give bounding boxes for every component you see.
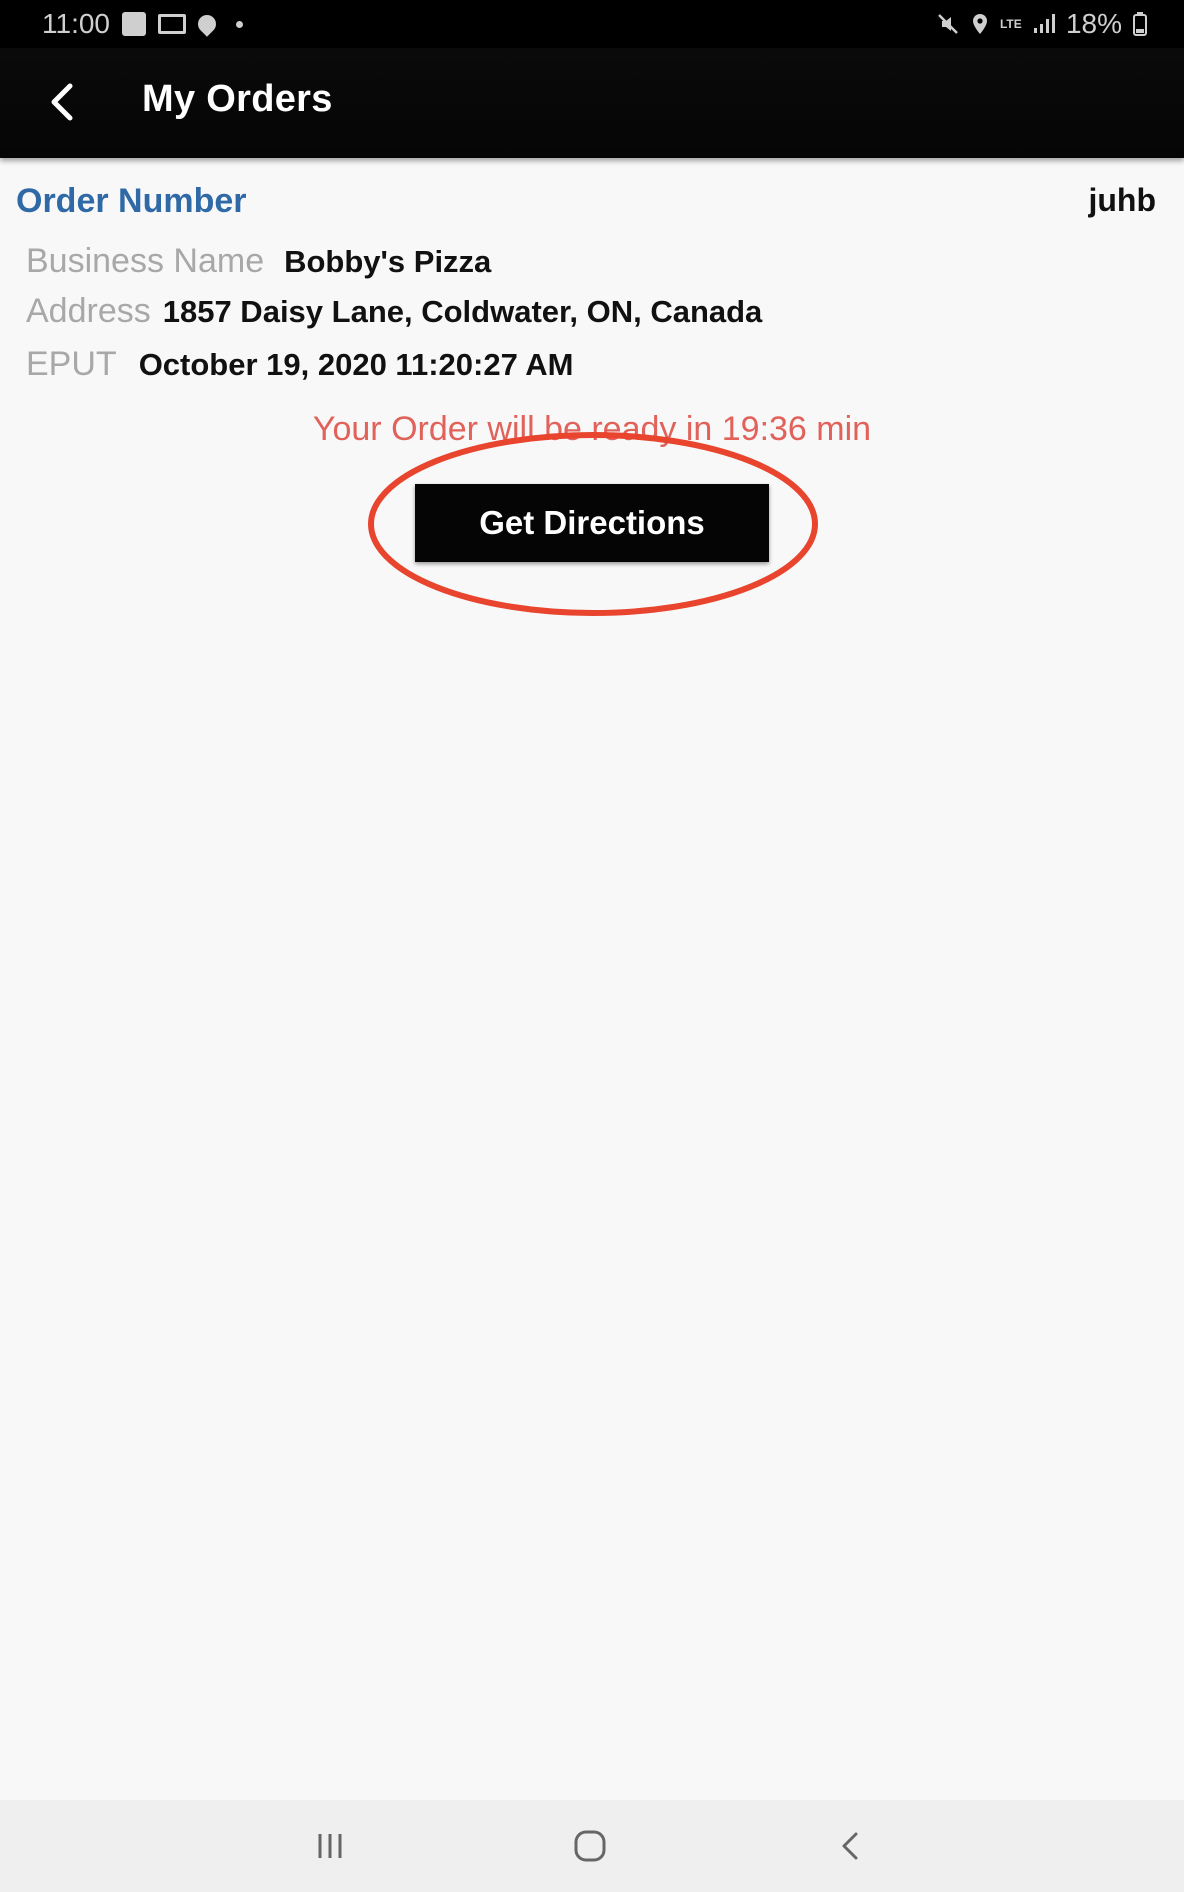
signal-icon	[1033, 14, 1055, 33]
order-ready-message: Your Order will be ready in 19:36 min	[312, 410, 872, 448]
lte-icon: LTE	[999, 17, 1022, 31]
battery-percent: 18%	[1065, 8, 1122, 39]
status-time: 11:00	[42, 8, 110, 39]
navigation-bar	[0, 1800, 1184, 1892]
recent-apps-button[interactable]	[298, 1814, 362, 1878]
location-icon	[194, 11, 220, 37]
battery-charging-icon	[1133, 12, 1147, 36]
order-number-value: juhb	[1088, 182, 1156, 218]
notification-app-icon	[122, 12, 146, 36]
status-left: 11:00	[42, 0, 243, 48]
eput-value: October 19, 2020 11:20:27 AM	[138, 347, 574, 382]
get-directions-button[interactable]: Get Directions	[415, 484, 769, 562]
mute-icon	[938, 14, 958, 34]
recent-apps-icon	[318, 1834, 342, 1858]
order-number-label: Order Number	[16, 182, 247, 220]
back-button[interactable]	[30, 70, 94, 134]
app-bar: My Orders	[0, 48, 1184, 158]
back-arrow-icon	[51, 83, 73, 121]
address-value: 1857 Daisy Lane, Coldwater, ON, Canada	[162, 294, 763, 329]
back-icon	[842, 1832, 858, 1860]
more-notifications-icon	[236, 20, 243, 28]
nav-back-button[interactable]	[818, 1814, 882, 1878]
business-name-row: Business Name Bobby's Pizza	[26, 242, 491, 281]
location-status-icon	[972, 14, 987, 34]
page-title: My Orders	[142, 78, 333, 120]
eput-label: EPUT	[26, 345, 117, 383]
status-bar: 11:00 LTE 18%	[0, 0, 1184, 48]
screen: 11:00 LTE 18% My Orders Order Number juh…	[0, 0, 1184, 1892]
business-name-label: Business Name	[26, 242, 265, 280]
status-right: LTE 18%	[936, 0, 1148, 48]
address-row: Address 1857 Daisy Lane, Coldwater, ON, …	[26, 292, 762, 331]
home-button[interactable]	[558, 1814, 622, 1878]
address-label: Address	[26, 292, 151, 330]
eput-row: EPUT October 19, 2020 11:20:27 AM	[26, 345, 574, 384]
mail-icon	[158, 14, 186, 34]
business-name-value: Bobby's Pizza	[284, 244, 492, 279]
home-icon	[574, 1830, 606, 1862]
